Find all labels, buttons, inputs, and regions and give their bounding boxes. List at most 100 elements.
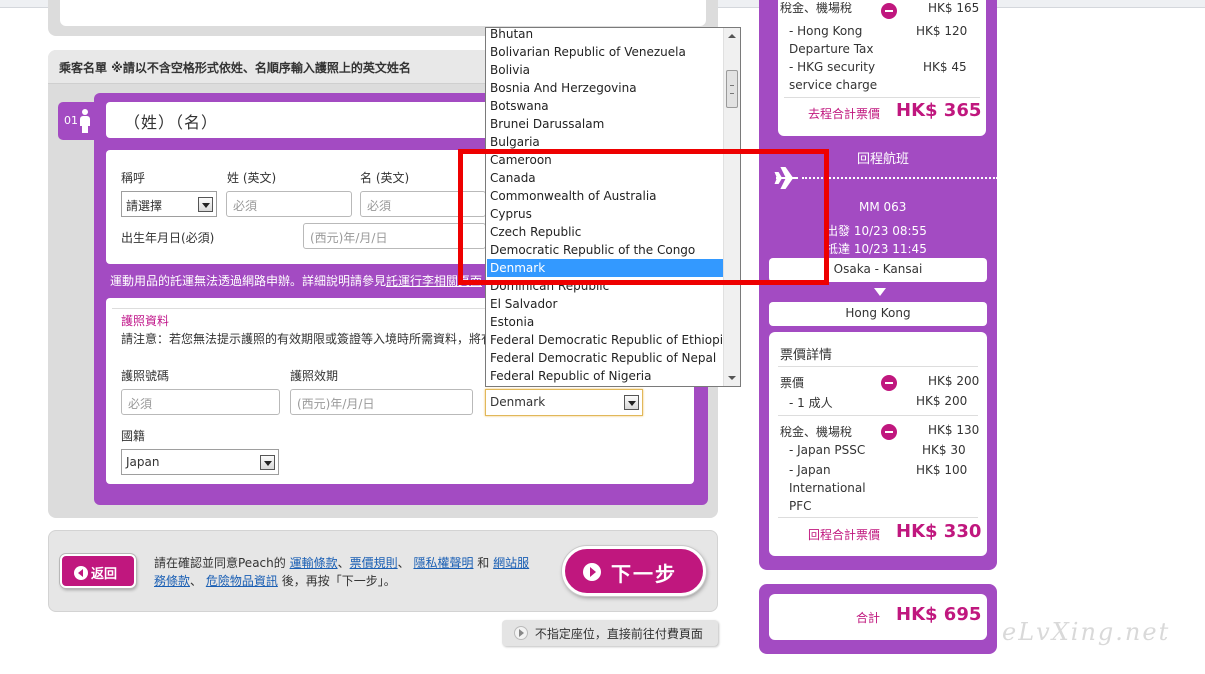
country-option[interactable]: El Salvador (487, 295, 723, 313)
arrive-time: 10/23 11:45 (853, 242, 927, 256)
return-flight-title: 回程航班 (857, 152, 910, 167)
watermark-text: eLvXing.net (1002, 618, 1171, 646)
collapse-icon[interactable] (881, 424, 897, 440)
return-depart: 出發 10/23 08:55 (826, 222, 976, 238)
country-option[interactable]: Federal Republic of Nigeria (487, 367, 723, 385)
surname-label: 姓 (英文) (227, 171, 277, 185)
skip-seat-button[interactable]: 不指定座位，直接前往付費頁面 (502, 620, 718, 646)
country-option[interactable]: Bolivarian Republic of Venezuela (487, 43, 723, 61)
return-total-amount: HK$ 330 (896, 521, 982, 542)
outbound-tax-item-amount: HK$ 120 (916, 24, 968, 38)
return-tax-label: 稅金、機場稅 (780, 425, 853, 439)
divider (778, 517, 978, 518)
outbound-tax-header: 稅金、機場稅 (780, 2, 853, 15)
country-option[interactable]: Bhutan (487, 28, 723, 43)
notice-text: 運動用品的託運無法透過網路申辦。詳細說明請參見 (110, 274, 387, 288)
triangle-down-icon (874, 288, 886, 296)
nationality-label: 國籍 (121, 429, 146, 443)
country-option[interactable]: Federal Democratic Republic of Nepal (487, 349, 723, 367)
outbound-tax-item: - Hong Kong Departure Tax (789, 24, 874, 56)
skip-seat-label: 不指定座位，直接前往付費頁面 (534, 627, 703, 641)
outbound-tax-item-amount: HK$ 45 (923, 60, 967, 74)
return-tax-item: - Japan PSSC (789, 443, 866, 457)
chevron-down-icon (260, 455, 275, 470)
depart-label: 出發 (826, 224, 851, 238)
nationality-value: Japan (126, 455, 160, 469)
country-option[interactable]: Bosnia And Herzegovina (487, 79, 723, 97)
grand-total-amount: HK$ 695 (896, 604, 982, 625)
country-option[interactable]: Estonia (487, 313, 723, 331)
collapse-icon[interactable] (881, 375, 897, 391)
outbound-total-amount: HK$ 365 (896, 100, 982, 121)
salutation-value: 請選擇 (126, 199, 163, 213)
depart-time: 10/23 08:55 (853, 224, 927, 238)
return-flight-number: MM 063 (859, 200, 907, 214)
divider (778, 366, 978, 367)
birthdate-label: 出生年月日(必須) (121, 231, 215, 245)
passenger-number-tab: 01 (58, 102, 96, 140)
passport-note: 請注意：若您無法提示護照的有效期限或簽證等入境時所需資料，將有 (121, 332, 487, 346)
terms-suffix: 後，再按「下一步」。 (281, 574, 396, 588)
country-option[interactable]: Botswana (487, 97, 723, 115)
back-button[interactable]: 返回 (60, 554, 136, 588)
chevron-down-icon (624, 395, 639, 410)
country-option[interactable]: Bolivia (487, 61, 723, 79)
passport-number-input[interactable]: 必須 (121, 389, 280, 415)
passport-expiry-input[interactable]: (西元)年/月/日 (290, 389, 473, 415)
scroll-thumb[interactable] (726, 70, 738, 108)
outbound-total-label: 去程合計票價 (808, 107, 881, 121)
issuing-country-value: Denmark (490, 395, 546, 409)
sports-equipment-notice: 運動用品的託運無法透過網路申辦。詳細說明請參見託運行李相關頁面 (110, 272, 510, 289)
terms-prefix: 請在確認並同意Peach的 (154, 556, 286, 570)
transport-terms-link[interactable]: 運輸條款 (290, 556, 338, 570)
arrow-right-icon (514, 626, 528, 640)
divider (778, 415, 978, 416)
surname-input[interactable]: 必須 (226, 191, 352, 217)
issuing-country-select[interactable]: Denmark (485, 389, 643, 416)
arrow-left-icon (74, 566, 88, 580)
next-step-button[interactable]: 下一步 (562, 546, 706, 596)
dangerous-goods-link[interactable]: 危險物品資訊 (206, 574, 278, 588)
grand-total-label: 合計 (856, 611, 881, 625)
country-option[interactable]: Federal Democratic Republic of Ethiopia (487, 331, 723, 349)
outbound-tax-header-amount: HK$ 165 (928, 2, 980, 15)
passport-expiry-label: 護照效期 (290, 369, 339, 383)
privacy-link[interactable]: 隱私權聲明 (413, 556, 473, 570)
fare-label: 票價 (780, 376, 805, 390)
return-tax-item-amount: HK$ 30 (922, 443, 966, 457)
terms-agreement-text: 請在確認並同意Peach的 運輸條款、票價規則、 隱私權聲明 和 網站服務條款、… (154, 556, 530, 588)
return-total-label: 回程合計票價 (808, 528, 881, 542)
chevron-down-icon (198, 197, 213, 212)
given-name-label: 名 (英文) (360, 171, 410, 185)
return-tax-item-amount: HK$ 100 (916, 463, 968, 477)
fare-item: - 1 成人 (789, 396, 833, 410)
terms-conj: 和 (477, 556, 490, 570)
highlight-annotation-box (458, 149, 829, 285)
scroll-down-icon[interactable] (728, 376, 736, 380)
collapse-icon[interactable] (881, 3, 897, 19)
nationality-select[interactable]: Japan (121, 449, 279, 475)
return-tax-amount: HK$ 130 (928, 423, 980, 437)
fare-rules-link[interactable]: 票價規則 (350, 556, 398, 570)
next-step-label: 下一步 (611, 562, 677, 586)
salutation-label: 稱呼 (121, 171, 146, 185)
fare-details-title: 票價詳情 (780, 348, 833, 363)
passport-number-label: 護照號碼 (121, 369, 170, 383)
return-arrive: 抵達 10/23 11:45 (826, 240, 976, 256)
outbound-tax-item: - HKG security service charge (789, 60, 878, 92)
arrow-right-icon (583, 563, 601, 581)
return-destination: Hong Kong (845, 306, 911, 320)
return-tax-item: - Japan International PFC (789, 463, 866, 513)
flight-path-line (802, 177, 998, 179)
arrive-label: 抵達 (826, 242, 851, 256)
passport-section-title: 護照資料 (121, 314, 170, 328)
country-option[interactable]: Brunei Darussalam (487, 115, 723, 133)
divider (784, 97, 980, 98)
passenger-number: 01 (64, 114, 78, 127)
salutation-select[interactable]: 請選擇 (121, 191, 217, 217)
person-icon (80, 109, 90, 133)
fare-item-amount: HK$ 200 (916, 394, 968, 408)
scroll-up-icon[interactable] (728, 34, 736, 38)
back-button-label: 返回 (91, 567, 118, 582)
fare-amount: HK$ 200 (928, 374, 980, 388)
